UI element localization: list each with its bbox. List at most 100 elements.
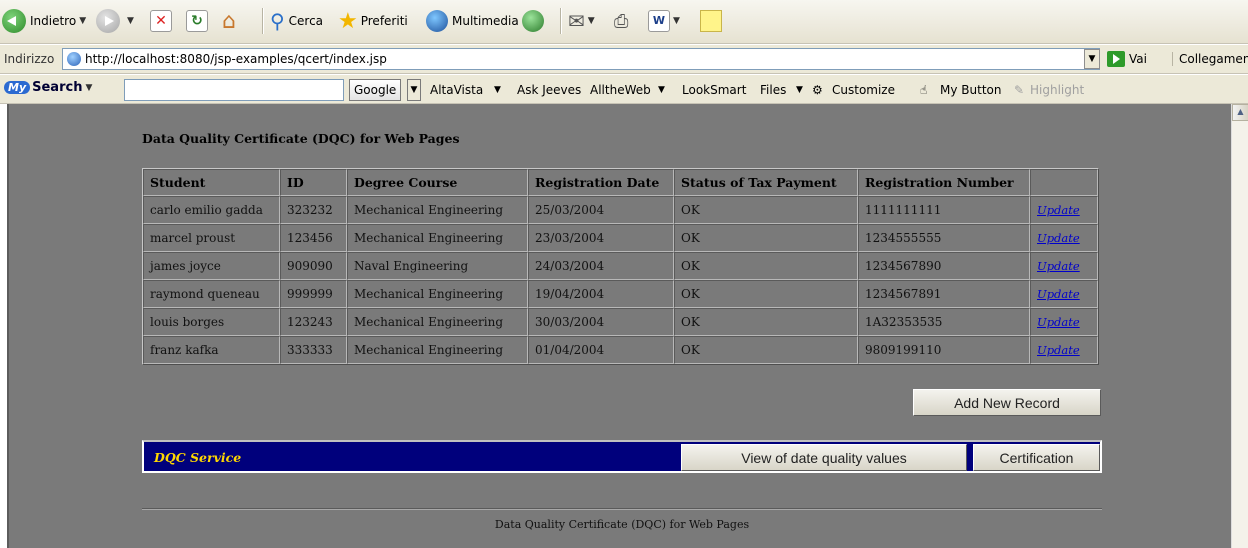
favorites-label: Preferiti <box>360 14 408 28</box>
looksmart-link[interactable]: LookSmart <box>682 83 746 97</box>
back-dropdown-icon[interactable]: ▼ <box>79 16 86 26</box>
toolbar-separator <box>262 8 264 34</box>
vertical-scrollbar[interactable]: ▲ <box>1231 104 1248 548</box>
table-header-row: Student ID Degree Course Registration Da… <box>143 169 1098 196</box>
cell-degree-course: Naval Engineering <box>347 252 528 280</box>
page-viewport: Data Quality Certificate (DQC) for Web P… <box>7 104 1231 548</box>
url-field[interactable]: http://localhost:8080/jsp-examples/qcert… <box>62 48 1100 70</box>
update-link[interactable]: Update <box>1037 231 1080 245</box>
cell-degree-course: Mechanical Engineering <box>347 196 528 224</box>
mail-dropdown-icon[interactable]: ▼ <box>588 16 595 26</box>
add-new-record-button[interactable]: Add New Record <box>913 389 1101 416</box>
customize-link[interactable]: Customize <box>832 83 895 97</box>
cell-actions: Update <box>1030 196 1098 224</box>
cell-registration-date: 23/03/2004 <box>528 224 674 252</box>
cell-actions: Update <box>1030 224 1098 252</box>
home-icon: ⌂ <box>222 8 236 34</box>
mail-button[interactable]: ✉ ▼ <box>568 7 595 35</box>
scroll-up-arrow-icon[interactable]: ▲ <box>1232 104 1248 121</box>
mysearch-badge: My <box>4 81 31 94</box>
footer-text: Data Quality Certificate (DQC) for Web P… <box>494 518 750 531</box>
media-globe-icon <box>426 10 448 32</box>
cell-actions: Update <box>1030 280 1098 308</box>
cell-student: raymond queneau <box>143 280 280 308</box>
edit-dropdown-icon[interactable]: ▼ <box>673 16 680 26</box>
cell-registration-date: 24/03/2004 <box>528 252 674 280</box>
messenger-button[interactable] <box>700 7 722 35</box>
refresh-icon: ↻ <box>186 10 208 32</box>
forward-button[interactable]: ▼ <box>96 7 134 35</box>
files-dropdown-icon[interactable]: ▼ <box>796 85 803 95</box>
page-icon <box>67 52 81 66</box>
favorites-button[interactable]: ★ Preferiti <box>338 7 408 35</box>
cell-registration-number: 1234567890 <box>858 252 1030 280</box>
cell-tax-status: OK <box>674 196 858 224</box>
footer-divider <box>142 508 1102 510</box>
media-button[interactable]: Multimedia <box>426 7 519 35</box>
askjeeves-link[interactable]: Ask Jeeves <box>517 83 581 97</box>
cell-id: 909090 <box>280 252 347 280</box>
cell-student: louis borges <box>143 308 280 336</box>
search-button[interactable]: ⚲ Cerca <box>270 7 323 35</box>
back-arrow-icon <box>2 9 26 33</box>
go-label: Vai <box>1129 52 1147 66</box>
alltheweb-link[interactable]: AlltheWeb <box>590 83 651 97</box>
forward-dropdown-icon[interactable]: ▼ <box>127 16 134 26</box>
search-toolbar: My Search ▼ Google ▼ AltaVista ▼ Ask Jee… <box>0 74 1248 104</box>
certification-button[interactable]: Certification <box>973 444 1100 471</box>
search-label: Cerca <box>288 14 324 28</box>
refresh-button[interactable]: ↻ <box>186 7 208 35</box>
update-link[interactable]: Update <box>1037 203 1080 217</box>
update-link[interactable]: Update <box>1037 315 1080 329</box>
cell-student: carlo emilio gadda <box>143 196 280 224</box>
cell-registration-number: 1A32353535 <box>858 308 1030 336</box>
printer-icon: ⎙ <box>614 10 629 32</box>
engine-dropdown-icon[interactable]: ▼ <box>407 79 421 101</box>
cell-id: 123456 <box>280 224 347 252</box>
standard-toolbar: Indietro ▼ ▼ ✕ ↻ ⌂ ⚲ Cerca ★ Preferiti M… <box>0 0 1248 44</box>
cell-degree-course: Mechanical Engineering <box>347 336 528 364</box>
update-link[interactable]: Update <box>1037 343 1080 357</box>
my-button-link[interactable]: My Button <box>940 83 1001 97</box>
go-button[interactable]: Vai <box>1107 51 1147 67</box>
address-label: Indirizzo <box>4 52 55 66</box>
cell-registration-date: 19/04/2004 <box>528 280 674 308</box>
cell-actions: Update <box>1030 336 1098 364</box>
back-button[interactable]: Indietro ▼ <box>2 7 86 35</box>
update-link[interactable]: Update <box>1037 287 1080 301</box>
altavista-link[interactable]: AltaVista <box>430 83 483 97</box>
highlight-button[interactable]: Highlight <box>1030 83 1084 97</box>
mysearch-brand[interactable]: My Search ▼ <box>4 80 92 95</box>
search-input[interactable] <box>124 79 344 101</box>
cell-tax-status: OK <box>674 252 858 280</box>
cell-actions: Update <box>1030 308 1098 336</box>
url-dropdown-icon[interactable]: ▼ <box>1084 49 1100 69</box>
cell-degree-course: Mechanical Engineering <box>347 280 528 308</box>
forward-arrow-icon <box>96 9 120 33</box>
google-button[interactable]: Google <box>349 79 402 101</box>
go-arrow-icon <box>1107 51 1125 67</box>
mysearch-dropdown-icon[interactable]: ▼ <box>85 83 92 93</box>
stop-button[interactable]: ✕ <box>150 7 172 35</box>
files-link[interactable]: Files <box>760 83 786 97</box>
table-row: raymond queneau 999999 Mechanical Engineer… <box>143 280 1098 308</box>
magnifier-icon: ⚲ <box>270 9 285 33</box>
alltheweb-dropdown-icon[interactable]: ▼ <box>658 85 665 95</box>
cell-id: 123243 <box>280 308 347 336</box>
col-degree-course: Degree Course <box>347 169 528 196</box>
word-icon: W <box>648 10 670 32</box>
home-button[interactable]: ⌂ <box>222 7 236 35</box>
update-link[interactable]: Update <box>1037 259 1080 273</box>
edit-button[interactable]: W ▼ <box>648 7 680 35</box>
view-quality-values-button[interactable]: View of date quality values <box>681 444 967 471</box>
cell-id: 333333 <box>280 336 347 364</box>
altavista-dropdown-icon[interactable]: ▼ <box>494 85 501 95</box>
media-label: Multimedia <box>452 14 519 28</box>
history-button[interactable] <box>522 7 548 35</box>
address-bar: Indirizzo http://localhost:8080/jsp-exam… <box>0 44 1248 74</box>
cell-tax-status: OK <box>674 224 858 252</box>
cell-actions: Update <box>1030 252 1098 280</box>
print-button[interactable]: ⎙ <box>614 7 628 35</box>
links-button[interactable]: Collegamenti <box>1172 52 1248 66</box>
toolbar-separator <box>560 8 562 34</box>
